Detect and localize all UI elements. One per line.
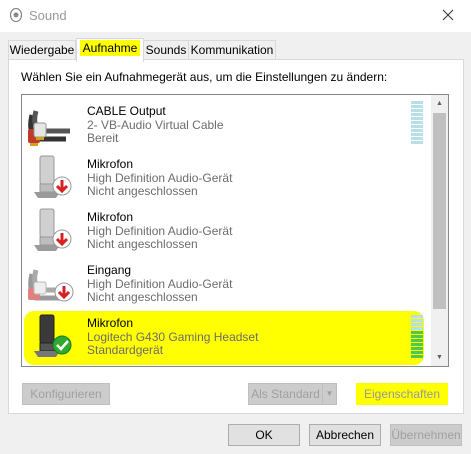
device-status: Nicht angeschlossen — [87, 184, 198, 198]
set-default-label: Als Standard — [251, 387, 320, 401]
tab-label: Sounds — [145, 43, 187, 57]
tab-sounds[interactable]: Sounds — [143, 40, 189, 60]
device-description: High Definition Audio-Gerät — [87, 277, 233, 291]
ok-button[interactable]: OK — [228, 424, 300, 446]
instruction-text: Wählen Sie ein Aufnahmegerät aus, um die… — [21, 70, 388, 84]
device-status: Bereit — [87, 131, 119, 145]
list-item-mikrofon-headset[interactable]: Mikrofon Logitech G430 Gaming Headset St… — [22, 309, 431, 365]
configure-button[interactable]: Konfigurieren — [22, 383, 110, 405]
set-default-button[interactable]: Als Standard ▼ — [248, 383, 337, 405]
scroll-down-icon[interactable]: ▼ — [431, 349, 448, 366]
microphone-default-icon — [34, 314, 72, 357]
device-name: CABLE Output — [87, 104, 166, 118]
device-name: Mikrofon — [87, 210, 134, 224]
scroll-thumb[interactable] — [433, 113, 446, 309]
line-in-disconnected-icon — [28, 269, 74, 302]
device-list[interactable]: CABLE Output 2- VB-Audio Virtual Cable B… — [21, 94, 449, 367]
list-item-mikrofon-1[interactable]: Mikrofon High Definition Audio-Gerät Nic… — [22, 150, 431, 203]
device-name: Mikrofon — [87, 316, 134, 330]
device-description: 2- VB-Audio Virtual Cable — [87, 118, 224, 132]
list-item-eingang[interactable]: Eingang High Definition Audio-Gerät Nich… — [22, 256, 431, 309]
cable-connector-icon — [28, 110, 70, 146]
device-description: High Definition Audio-Gerät — [87, 171, 233, 185]
tab-label: Wiedergabe — [9, 43, 75, 57]
title-bar: Sound — [0, 0, 471, 32]
microphone-disconnected-icon — [34, 208, 72, 251]
device-name: Eingang — [87, 263, 132, 277]
device-status: Standardgerät — [87, 343, 164, 357]
tab-wiedergabe[interactable]: Wiedergabe — [8, 40, 76, 60]
device-status: Nicht angeschlossen — [87, 290, 198, 304]
list-item-cable-output[interactable]: CABLE Output 2- VB-Audio Virtual Cable B… — [22, 97, 431, 150]
window-title: Sound — [29, 8, 67, 23]
device-status: Nicht angeschlossen — [87, 237, 198, 251]
close-icon — [442, 9, 454, 21]
tab-label: Aufnahme — [79, 40, 141, 56]
tab-kommunikation[interactable]: Kommunikation — [188, 40, 276, 60]
close-button[interactable] — [425, 0, 471, 30]
device-name: Mikrofon — [87, 157, 134, 171]
cancel-button[interactable]: Abbrechen — [309, 424, 381, 446]
device-description: Logitech G430 Gaming Headset — [87, 330, 259, 344]
apply-button[interactable]: Übernehmen — [390, 424, 462, 446]
properties-button[interactable]: Eigenschaften — [356, 383, 448, 405]
microphone-disconnected-icon — [34, 155, 72, 198]
tab-label: Kommunikation — [190, 43, 274, 57]
scroll-up-icon[interactable]: ▲ — [431, 95, 448, 112]
list-item-mikrofon-2[interactable]: Mikrofon High Definition Audio-Gerät Nic… — [22, 203, 431, 256]
tab-aufnahme[interactable]: Aufnahme — [76, 38, 144, 62]
level-meter — [411, 101, 423, 146]
vertical-scrollbar[interactable]: ▲ ▼ — [431, 95, 448, 366]
chevron-down-icon[interactable]: ▼ — [322, 384, 336, 404]
level-meter — [411, 315, 423, 360]
speaker-icon — [9, 7, 23, 23]
device-description: High Definition Audio-Gerät — [87, 224, 233, 238]
